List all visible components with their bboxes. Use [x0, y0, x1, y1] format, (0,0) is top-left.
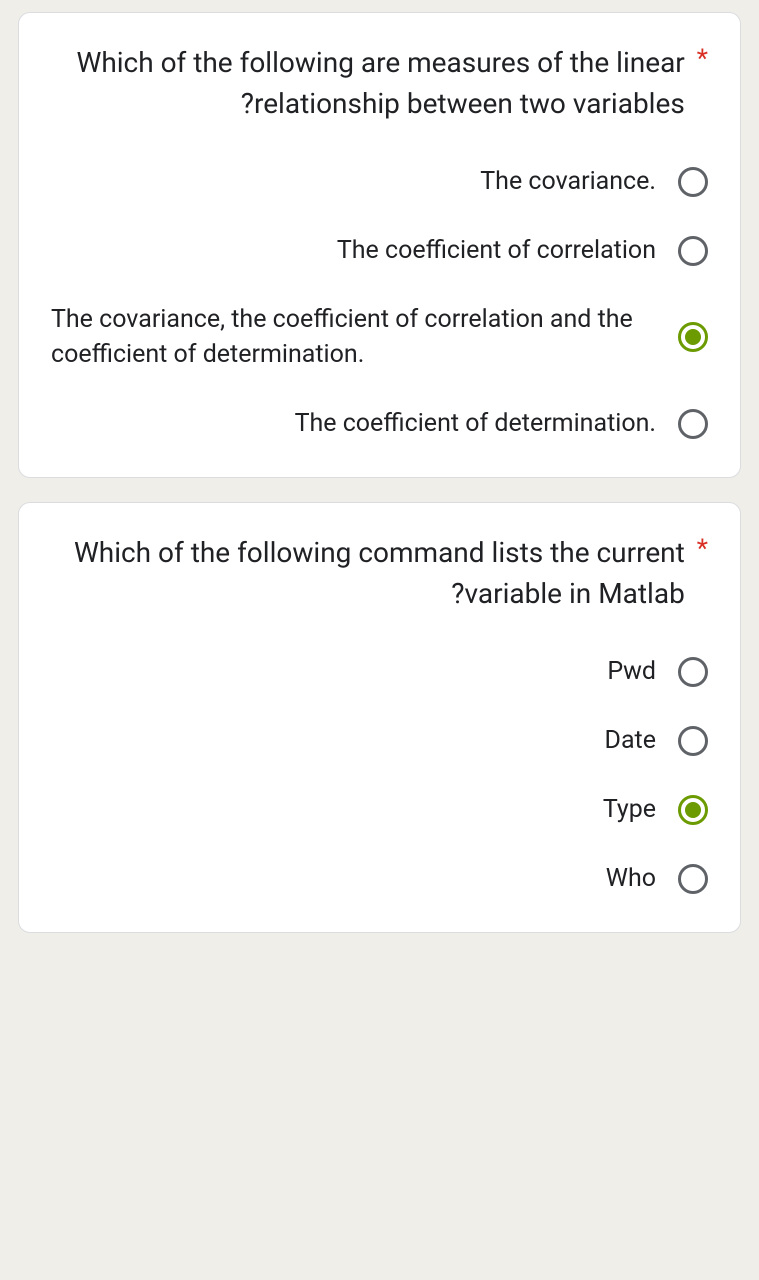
option-row[interactable]: The coefficient of correlation	[51, 233, 708, 268]
option-row[interactable]: Pwd	[51, 654, 708, 689]
option-label: The covariance, the coefficient of corre…	[51, 302, 656, 372]
radio-icon[interactable]	[678, 167, 708, 197]
option-label: The coefficient of correlation	[51, 233, 656, 268]
question-text: Which of the following are measures of t…	[51, 43, 685, 124]
question-card: * Which of the following command lists t…	[18, 502, 741, 933]
option-row[interactable]: The covariance, the coefficient of corre…	[51, 302, 708, 372]
option-row[interactable]: Who	[51, 861, 708, 896]
question-card: * Which of the following are measures of…	[18, 12, 741, 478]
radio-icon[interactable]	[678, 236, 708, 266]
question-header: * Which of the following command lists t…	[51, 533, 708, 614]
options-group: The covariance. The coefficient of corre…	[51, 164, 708, 441]
radio-icon[interactable]	[678, 795, 708, 825]
option-row[interactable]: The coefficient of determination.	[51, 406, 708, 441]
radio-icon[interactable]	[678, 322, 708, 352]
question-header: * Which of the following are measures of…	[51, 43, 708, 124]
required-star: *	[697, 533, 708, 567]
radio-icon[interactable]	[678, 726, 708, 756]
radio-icon[interactable]	[678, 657, 708, 687]
question-text: Which of the following command lists the…	[51, 533, 685, 614]
radio-icon[interactable]	[678, 409, 708, 439]
option-label: The coefficient of determination.	[51, 406, 656, 441]
option-row[interactable]: Type	[51, 792, 708, 827]
option-label: Type	[51, 792, 656, 827]
radio-icon[interactable]	[678, 864, 708, 894]
option-label: Pwd	[51, 654, 656, 689]
option-row[interactable]: Date	[51, 723, 708, 758]
option-label: The covariance.	[51, 164, 656, 199]
option-label: Date	[51, 723, 656, 758]
option-label: Who	[51, 861, 656, 896]
option-row[interactable]: The covariance.	[51, 164, 708, 199]
options-group: Pwd Date Type Who	[51, 654, 708, 896]
required-star: *	[697, 43, 708, 77]
